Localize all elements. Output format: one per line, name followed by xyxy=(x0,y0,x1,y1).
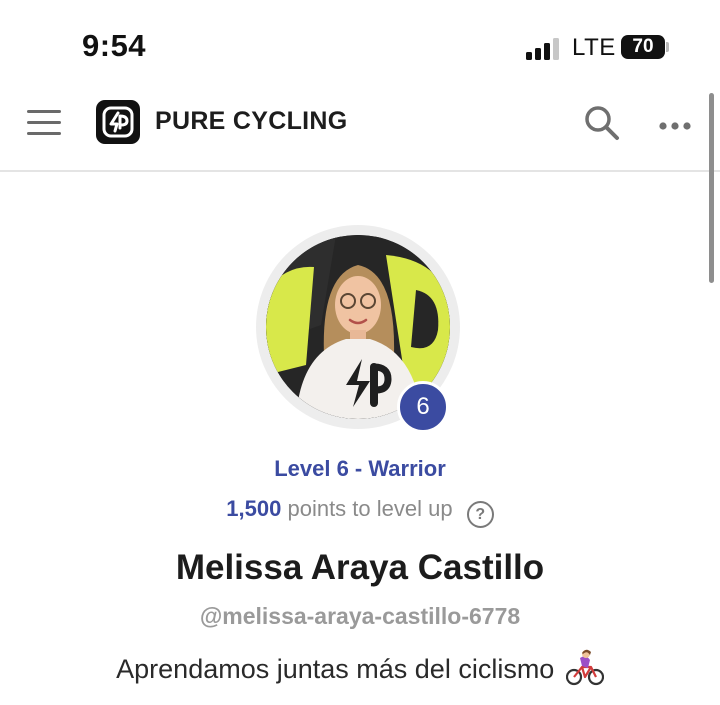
level-label[interactable]: Level 6 - Warrior xyxy=(0,456,720,482)
scrollbar[interactable] xyxy=(709,93,714,283)
help-icon[interactable]: ? xyxy=(466,501,494,528)
profile-bio: Aprendamos juntas más del ciclismo xyxy=(0,648,720,686)
status-time: 9:54 xyxy=(82,28,147,63)
woman-biking-icon xyxy=(565,648,604,686)
network-label: LTE xyxy=(572,34,616,61)
menu-icon[interactable] xyxy=(27,110,61,136)
search-icon[interactable] xyxy=(583,104,621,142)
battery-level: 70 xyxy=(632,36,654,57)
brand-logo[interactable] xyxy=(96,100,140,144)
more-options-icon[interactable] xyxy=(658,118,692,130)
brand-name[interactable]: PURE CYCLING xyxy=(155,107,348,136)
battery-cap xyxy=(666,42,669,52)
profile-handle: @melissa-araya-castillo-6778 xyxy=(199,603,521,629)
profile-name: Melissa Araya Castillo xyxy=(175,548,545,587)
app-header: PURE CYCLING xyxy=(0,80,720,172)
level-badge: 6 xyxy=(397,381,449,433)
points-value: 1,500 xyxy=(226,496,282,521)
bio-text: Aprendamos juntas más del ciclismo xyxy=(116,654,555,684)
battery-icon: 70 xyxy=(621,35,665,59)
points-suffix: points to level up xyxy=(287,496,453,521)
signal-icon xyxy=(526,38,562,60)
points-to-level-up: 1,500 points to level up ? xyxy=(0,496,720,528)
